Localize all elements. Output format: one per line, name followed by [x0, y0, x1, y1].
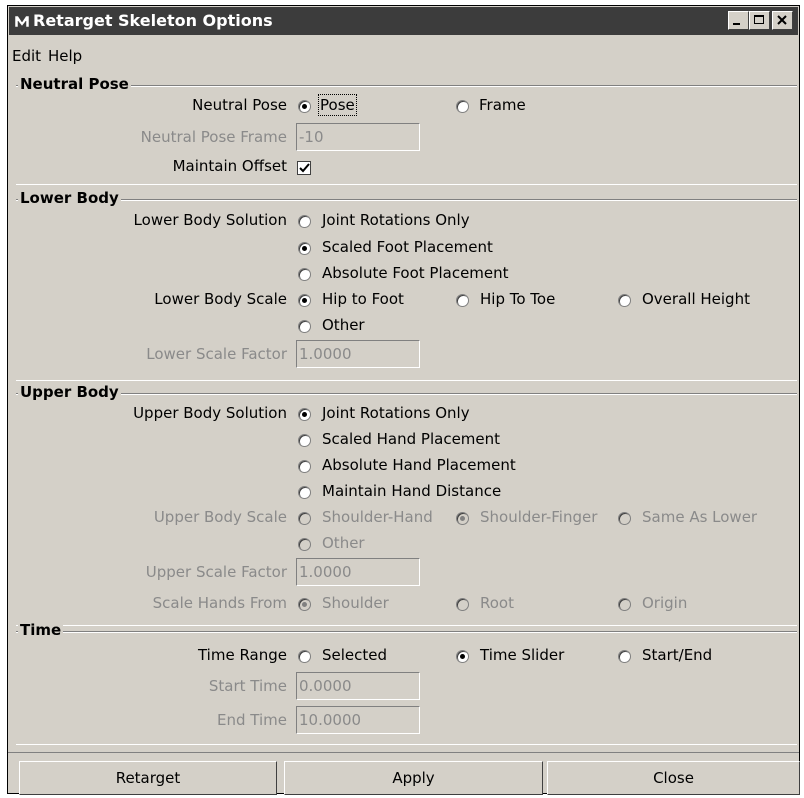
radio-pose-label[interactable]: Pose — [318, 94, 357, 116]
radio-selected-label[interactable]: Selected — [322, 646, 387, 664]
radio-shoulder-hand[interactable] — [298, 512, 311, 525]
neutral-pose-heading: Neutral Pose — [18, 75, 131, 93]
lower-scale-factor-field[interactable]: 1.0000 — [296, 340, 420, 368]
radio-lower-joint-rotations[interactable] — [298, 215, 311, 228]
time-range-label: Time Range — [197, 646, 287, 664]
radio-time-slider[interactable] — [456, 650, 469, 663]
radio-scaled-foot-placement-label[interactable]: Scaled Foot Placement — [322, 238, 493, 256]
menu-edit[interactable]: Edit — [12, 47, 41, 65]
start-time-field[interactable]: 0.0000 — [296, 672, 420, 700]
radio-hip-to-foot-label[interactable]: Hip to Foot — [322, 290, 404, 308]
radio-shoulder-label[interactable]: Shoulder — [322, 594, 389, 612]
minimize-button[interactable] — [728, 11, 749, 30]
radio-hip-to-toe[interactable] — [456, 294, 469, 307]
time-heading: Time — [18, 621, 64, 639]
maintain-offset-label: Maintain Offset — [172, 157, 287, 175]
lower-body-solution-label: Lower Body Solution — [133, 211, 287, 229]
neutral-pose-frame-field[interactable]: -10 — [296, 123, 420, 151]
radio-time-slider-label[interactable]: Time Slider — [480, 646, 564, 664]
radio-origin-label[interactable]: Origin — [642, 594, 687, 612]
upper-scale-factor-label: Upper Scale Factor — [145, 563, 287, 581]
maintain-offset-checkbox[interactable] — [297, 161, 311, 175]
radio-absolute-foot-placement[interactable] — [298, 268, 311, 281]
radio-absolute-hand-placement-label[interactable]: Absolute Hand Placement — [322, 456, 516, 474]
neutral-pose-frame-label: Neutral Pose Frame — [140, 128, 287, 146]
radio-pose[interactable] — [298, 100, 311, 113]
radio-origin[interactable] — [618, 598, 631, 611]
radio-lower-joint-rotations-label[interactable]: Joint Rotations Only — [322, 211, 470, 229]
radio-shoulder-hand-label[interactable]: Shoulder-Hand — [322, 508, 433, 526]
menu-help[interactable]: Help — [48, 47, 82, 65]
radio-root[interactable] — [456, 598, 469, 611]
radio-maintain-hand-distance[interactable] — [298, 486, 311, 499]
retarget-button[interactable]: Retarget — [19, 761, 277, 795]
radio-overall-height[interactable] — [618, 294, 631, 307]
lower-scale-factor-label: Lower Scale Factor — [146, 345, 287, 363]
radio-selected[interactable] — [298, 650, 311, 663]
checkmark-icon — [299, 163, 310, 173]
radio-lower-other-label[interactable]: Other — [322, 316, 365, 334]
radio-shoulder-finger[interactable] — [456, 512, 469, 525]
menu-bar: Edit Help — [8, 37, 799, 65]
radio-hip-to-toe-label[interactable]: Hip To Toe — [480, 290, 555, 308]
upper-body-scale-label: Upper Body Scale — [153, 508, 287, 526]
radio-scaled-hand-placement[interactable] — [298, 434, 311, 447]
upper-body-heading: Upper Body — [18, 383, 121, 401]
lower-body-scale-label: Lower Body Scale — [154, 290, 287, 308]
close-button[interactable]: Close — [547, 761, 800, 795]
radio-scaled-hand-placement-label[interactable]: Scaled Hand Placement — [322, 430, 500, 448]
radio-absolute-hand-placement[interactable] — [298, 460, 311, 473]
radio-start-end-label[interactable]: Start/End — [642, 646, 712, 664]
lower-body-heading: Lower Body — [18, 189, 121, 207]
radio-lower-other[interactable] — [298, 320, 311, 333]
title-bar[interactable]: Retarget Skeleton Options — [9, 7, 798, 35]
upper-scale-factor-field[interactable]: 1.0000 — [296, 558, 420, 586]
radio-same-as-lower[interactable] — [618, 512, 631, 525]
radio-frame-label[interactable]: Frame — [479, 96, 526, 114]
radio-same-as-lower-label[interactable]: Same As Lower — [642, 508, 757, 526]
maya-app-icon — [14, 15, 30, 28]
minimize-icon — [733, 23, 740, 25]
radio-upper-other-label[interactable]: Other — [322, 534, 365, 552]
close-icon — [777, 15, 787, 25]
button-row-divider — [8, 752, 799, 753]
radio-shoulder[interactable] — [298, 598, 311, 611]
radio-maintain-hand-distance-label[interactable]: Maintain Hand Distance — [322, 482, 501, 500]
radio-upper-joint-rotations[interactable] — [298, 408, 311, 421]
radio-frame[interactable] — [456, 100, 469, 113]
close-window-button[interactable] — [772, 11, 793, 30]
maximize-button[interactable] — [749, 11, 770, 30]
retarget-skeleton-options-window: Retarget Skeleton Options Edit Help Neut… — [7, 5, 800, 795]
maximize-icon — [754, 15, 764, 24]
radio-root-label[interactable]: Root — [480, 594, 514, 612]
radio-scaled-foot-placement[interactable] — [298, 242, 311, 255]
end-time-field[interactable]: 10.0000 — [296, 706, 420, 734]
radio-overall-height-label[interactable]: Overall Height — [642, 290, 750, 308]
radio-shoulder-finger-label[interactable]: Shoulder-Finger — [480, 508, 597, 526]
radio-upper-joint-rotations-label[interactable]: Joint Rotations Only — [322, 404, 470, 422]
upper-body-solution-label: Upper Body Solution — [133, 404, 287, 422]
radio-start-end[interactable] — [618, 650, 631, 663]
radio-hip-to-foot[interactable] — [298, 294, 311, 307]
start-time-label: Start Time — [208, 677, 287, 695]
radio-absolute-foot-placement-label[interactable]: Absolute Foot Placement — [322, 264, 509, 282]
neutral-pose-label: Neutral Pose — [192, 96, 287, 114]
apply-button[interactable]: Apply — [284, 761, 543, 795]
scale-hands-from-label: Scale Hands From — [152, 594, 287, 612]
window-title: Retarget Skeleton Options — [33, 11, 273, 30]
end-time-label: End Time — [217, 711, 287, 729]
radio-upper-other[interactable] — [298, 538, 311, 551]
